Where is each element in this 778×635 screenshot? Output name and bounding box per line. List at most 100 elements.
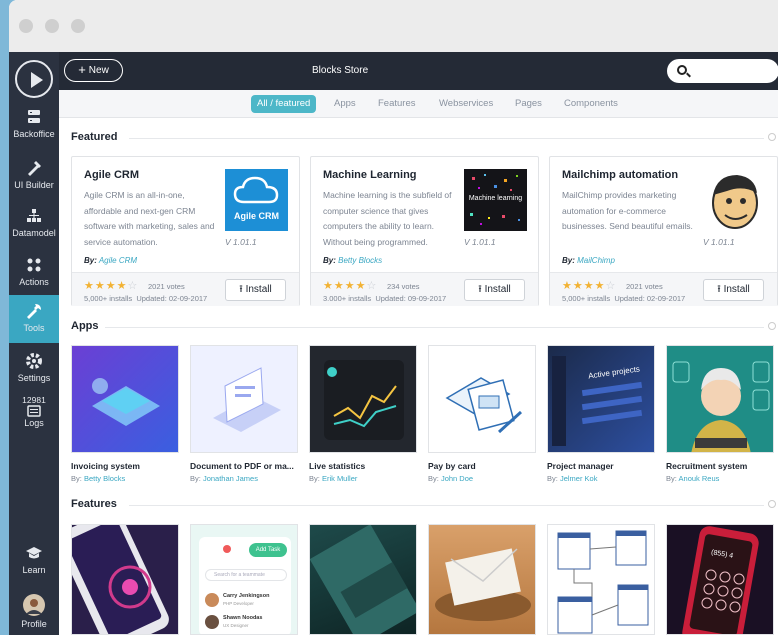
datamodel-icon: [27, 209, 41, 222]
app-name: Recruitment system: [666, 461, 748, 471]
app-name: Live statistics: [309, 461, 366, 471]
updated-date: Updated: 02-09-2017: [614, 294, 686, 303]
feature-tile-datamodel-diagram[interactable]: [547, 524, 655, 635]
install-button[interactable]: ⭱ Install: [225, 279, 286, 301]
new-button[interactable]: + New: [64, 59, 123, 82]
logs-icon: [27, 405, 41, 417]
feature-tile-phone-dialer[interactable]: (855) 4: [666, 524, 774, 635]
card-footer: ★★★★☆ 234 votes 3.000+ installs Updated:…: [311, 272, 538, 306]
feature-tile-music-player[interactable]: [71, 524, 179, 635]
sidebar-item-label: Datamodel: [12, 228, 56, 238]
section-search-icon[interactable]: [768, 133, 776, 141]
author-link[interactable]: Anouk Reus: [679, 474, 720, 483]
notification-badge: [223, 545, 231, 553]
project-manager-thumbnail: Active projects: [547, 345, 655, 453]
sidebar-item-ui-builder[interactable]: UI Builder: [9, 159, 59, 199]
close-window-button[interactable]: [19, 19, 33, 33]
app-author: By: Jonathan James: [190, 474, 258, 483]
install-button-label: Install: [245, 284, 272, 295]
card-version: V 1.01.1: [703, 237, 735, 247]
card-author: By: Betty Blocks: [323, 256, 382, 265]
upload-icon: ⭱: [239, 284, 243, 295]
topbar: + New Blocks Store: [59, 52, 778, 90]
search-input[interactable]: [667, 59, 778, 83]
sidebar-item-label: Backoffice: [13, 129, 55, 139]
sidebar-item-profile[interactable]: Profile: [9, 594, 59, 634]
sidebar-item-label: UI Builder: [14, 180, 54, 190]
install-stats: 5,000+ installs Updated: 02-09-2017: [84, 294, 207, 303]
invoicing-thumbnail: [71, 345, 179, 453]
sidebar-item-actions[interactable]: Actions: [9, 256, 59, 296]
sidebar-item-datamodel[interactable]: Datamodel: [9, 207, 59, 247]
section-search-icon[interactable]: [768, 500, 776, 508]
search-teammate-field: Search for a teammate: [205, 569, 287, 581]
installs-count: 3.000+ installs: [323, 294, 372, 303]
upload-icon: ⭱: [717, 284, 721, 295]
section-divider: [105, 327, 764, 328]
search-icon: [677, 65, 687, 75]
logo-text: Machine learning: [468, 195, 523, 202]
person-role: UX Designer: [223, 623, 249, 628]
upload-icon: ⭱: [478, 284, 482, 295]
new-button-label: New: [88, 65, 109, 76]
section-title-featured: Featured: [71, 131, 118, 143]
tab-apps[interactable]: Apps: [328, 95, 362, 113]
app-author: By: Anouk Reus: [666, 474, 720, 483]
install-button[interactable]: ⭱ Install: [464, 279, 525, 301]
installs-count: 5,000+ installs: [562, 294, 611, 303]
avatar: [205, 593, 219, 607]
author-link[interactable]: Erik Muller: [322, 474, 357, 483]
install-stats: 5,000+ installs Updated: 02-09-2017: [562, 294, 685, 303]
sidebar-item-settings[interactable]: Settings: [9, 352, 59, 392]
store-content: Featured Agile CRM Agile CRM is an all-i…: [59, 118, 778, 635]
sidebar-item-logs[interactable]: 12981 Logs: [9, 395, 59, 435]
votes-count: 2021 votes: [626, 282, 663, 291]
by-label: By:: [323, 256, 336, 265]
sidebar-item-tools[interactable]: Tools: [9, 295, 59, 343]
author-link[interactable]: MailChimp: [577, 256, 615, 265]
tab-all-featured[interactable]: All / featured: [251, 95, 317, 113]
author-link[interactable]: Betty Blocks: [338, 256, 382, 265]
logo-text: Agile CRM: [234, 211, 279, 221]
play-icon[interactable]: [15, 60, 53, 98]
author-link[interactable]: Betty Blocks: [84, 474, 125, 483]
minimize-window-button[interactable]: [45, 19, 59, 33]
card-title: Machine Learning: [323, 169, 417, 181]
install-button[interactable]: ⭱ Install: [703, 279, 764, 301]
card-author: By: Agile CRM: [84, 256, 137, 265]
card-description: Machine learning is the subfield of comp…: [323, 190, 452, 247]
category-tabs: All / featured Apps Features Webservices…: [59, 90, 778, 118]
author-link[interactable]: Jonathan James: [203, 474, 258, 483]
sidebar-item-learn[interactable]: Learn: [9, 544, 59, 580]
tab-webservices[interactable]: Webservices: [433, 95, 499, 113]
app-name: Invoicing system: [71, 461, 140, 471]
live-statistics-thumbnail: [309, 345, 417, 453]
sidebar-item-label: Tools: [23, 323, 45, 333]
sidebar-item-backoffice[interactable]: Backoffice: [9, 108, 59, 148]
person-name: Carry Jenkingson: [223, 593, 270, 599]
feature-tile-mail[interactable]: [428, 524, 536, 635]
tab-pages[interactable]: Pages: [509, 95, 548, 113]
feature-tile-teammate-search[interactable]: Add Task Search for a teammate Carry Jen…: [190, 524, 298, 635]
featured-card[interactable]: Mailchimp automation MailChimp provides …: [549, 156, 778, 306]
section-search-icon[interactable]: [768, 322, 776, 330]
author-link[interactable]: Jelmer Kok: [560, 474, 598, 483]
agile-crm-logo: Agile CRM: [225, 169, 288, 231]
featured-card[interactable]: Agile CRM Agile CRM is an all-in-one, af…: [71, 156, 300, 306]
featured-card[interactable]: Machine Learning Machine learning is the…: [310, 156, 539, 306]
maximize-window-button[interactable]: [71, 19, 85, 33]
author-link[interactable]: John Doe: [441, 474, 473, 483]
logs-count: 12981: [22, 395, 46, 405]
tab-features[interactable]: Features: [372, 95, 422, 113]
install-stats: 3.000+ installs Updated: 09-09-2017: [323, 294, 446, 303]
app-name: Project manager: [547, 461, 614, 471]
avatar: [23, 594, 45, 616]
person-name: Shawn Noodas: [223, 615, 263, 621]
feature-tile-embrace[interactable]: [309, 524, 417, 635]
tab-components[interactable]: Components: [558, 95, 624, 113]
app-author: By: Betty Blocks: [71, 474, 126, 483]
by-label: By:: [84, 256, 97, 265]
author-link[interactable]: Agile CRM: [99, 256, 137, 265]
card-description: Agile CRM is an all-in-one, affordable a…: [84, 190, 215, 247]
by-label: By:: [562, 256, 575, 265]
